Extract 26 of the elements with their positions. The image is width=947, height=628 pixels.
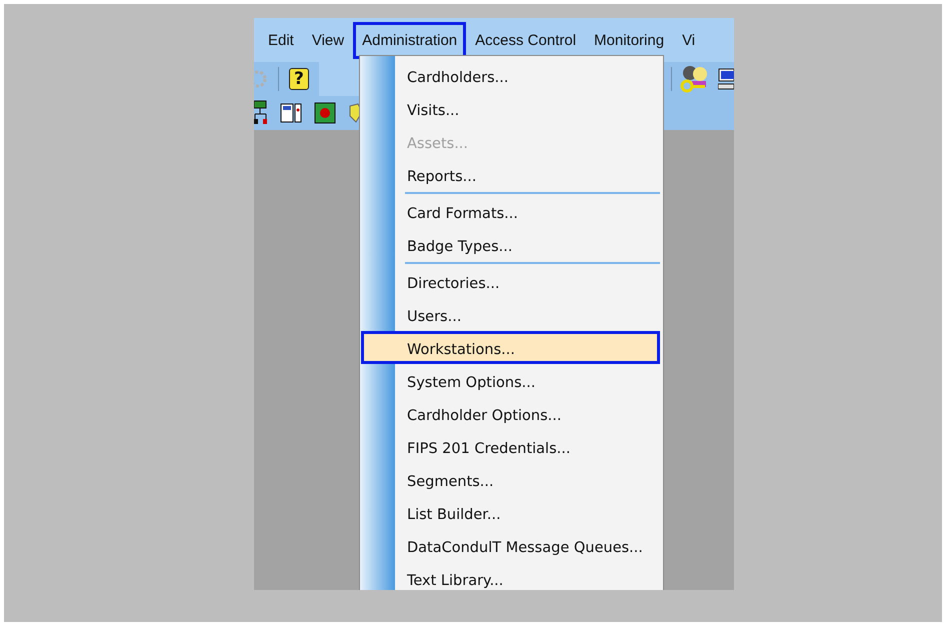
menu-item[interactable]: DataCondulT Message Queues...: [361, 529, 660, 562]
menu-bar-item[interactable]: Monitoring: [585, 22, 674, 58]
toolbar-icon[interactable]: [348, 102, 362, 124]
menu-item[interactable]: Segments...: [361, 463, 660, 496]
menu-item[interactable]: FIPS 201 Credentials...: [361, 430, 660, 463]
menu-item[interactable]: Cardholder Options...: [361, 397, 660, 430]
menu-bar-item[interactable]: Vi: [673, 22, 704, 58]
menu-item[interactable]: Visits...: [361, 92, 660, 125]
menu-item[interactable]: Card Formats...: [361, 195, 660, 228]
menu-item[interactable]: Cardholders...: [361, 59, 660, 92]
network-icon[interactable]: [254, 100, 268, 126]
help-button[interactable]: ?: [289, 68, 309, 90]
menu-item[interactable]: Reports...: [361, 158, 660, 191]
keypad-icon[interactable]: [280, 102, 302, 124]
menu-bar-item[interactable]: View: [302, 22, 354, 58]
menu-bar-item[interactable]: Edit: [259, 22, 303, 58]
menu-item[interactable]: Users...: [361, 298, 660, 331]
menu-item[interactable]: Text Library...: [361, 562, 660, 590]
menu-item[interactable]: System Options...: [361, 364, 660, 397]
menu-bar-item[interactable]: Access Control: [466, 22, 586, 58]
people-key-icon[interactable]: [680, 64, 710, 94]
menu-item[interactable]: Workstations...: [361, 331, 660, 364]
reader-icon[interactable]: [314, 102, 336, 124]
menu-item[interactable]: List Builder...: [361, 496, 660, 529]
menu-item[interactable]: Badge Types...: [361, 228, 660, 261]
menu-item[interactable]: Directories...: [361, 265, 660, 298]
